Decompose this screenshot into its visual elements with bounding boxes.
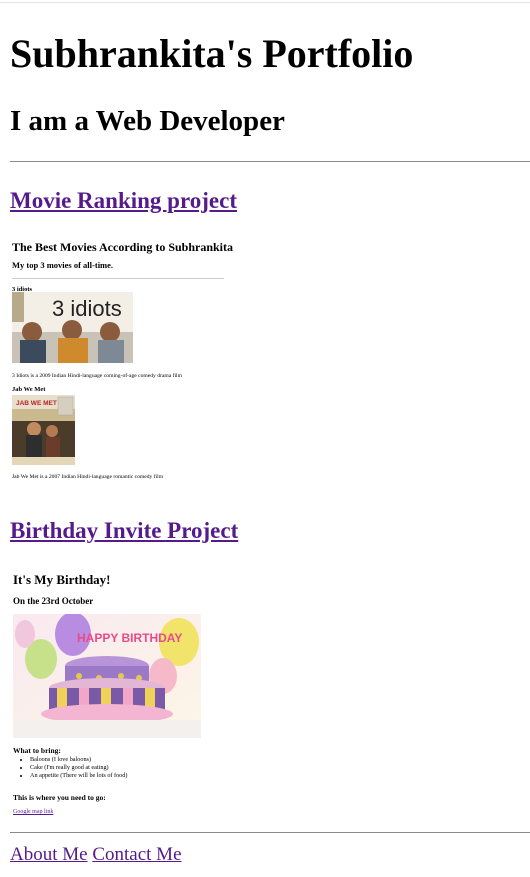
page-title: Subhrankita's Portfolio (10, 31, 414, 76)
birthday-preview-title: It's My Birthday! (13, 572, 111, 587)
list-item: Baloons (I love baloons) (30, 756, 127, 764)
list-item: Cake (I'm really good at eating) (30, 764, 127, 772)
movie-2-poster-text: JAB WE MET (16, 400, 57, 407)
movie-2-poster: JAB WE MET (12, 395, 75, 465)
cake-topper-text: HAPPY BIRTHDAY (77, 631, 182, 645)
movie-1-poster-text: 3 idiots (52, 296, 122, 321)
bring-list: Baloons (I love baloons) Cake (I'm reall… (20, 756, 127, 780)
where-heading: This is where you need to go: (13, 793, 106, 802)
birthday-invite-preview: It's My Birthday! On the 23rd October HA… (10, 566, 225, 824)
movie-2-description: Jab We Met is a 2007 Indian Hindi-langua… (12, 474, 164, 480)
movie-1-poster: 3 idiots (12, 292, 133, 363)
footer-nav: About Me Contact Me (10, 843, 182, 867)
list-item: An appetite (There will be lots of food) (30, 772, 127, 780)
bring-heading: What to bring: (13, 746, 61, 755)
movie-ranking-link[interactable]: Movie Ranking project (10, 187, 237, 215)
birthday-invite-link[interactable]: Birthday Invite Project (10, 517, 238, 545)
movie-1-description: 3 Idiots is a 2009 Indian Hindi-language… (12, 373, 182, 379)
divider-bottom (10, 832, 530, 833)
movie-preview-title: The Best Movies According to Subhrankita (12, 240, 234, 254)
contact-me-link[interactable]: Contact Me (92, 844, 181, 865)
birthday-preview-date: On the 23rd October (13, 596, 94, 606)
movie-2-heading: Jab We Met (12, 386, 46, 393)
birthday-cake-image: HAPPY BIRTHDAY (13, 614, 201, 738)
top-border (0, 2, 530, 3)
page-subtitle: I am a Web Developer (10, 105, 285, 137)
about-me-link[interactable]: About Me (10, 844, 88, 865)
google-map-link[interactable]: Google map link (13, 809, 53, 815)
movie-preview-divider (12, 278, 224, 279)
divider-top (10, 161, 530, 162)
movie-preview-subtitle: My top 3 movies of all-time. (12, 260, 114, 270)
movie-ranking-preview: The Best Movies According to Subhrankita… (10, 234, 234, 486)
